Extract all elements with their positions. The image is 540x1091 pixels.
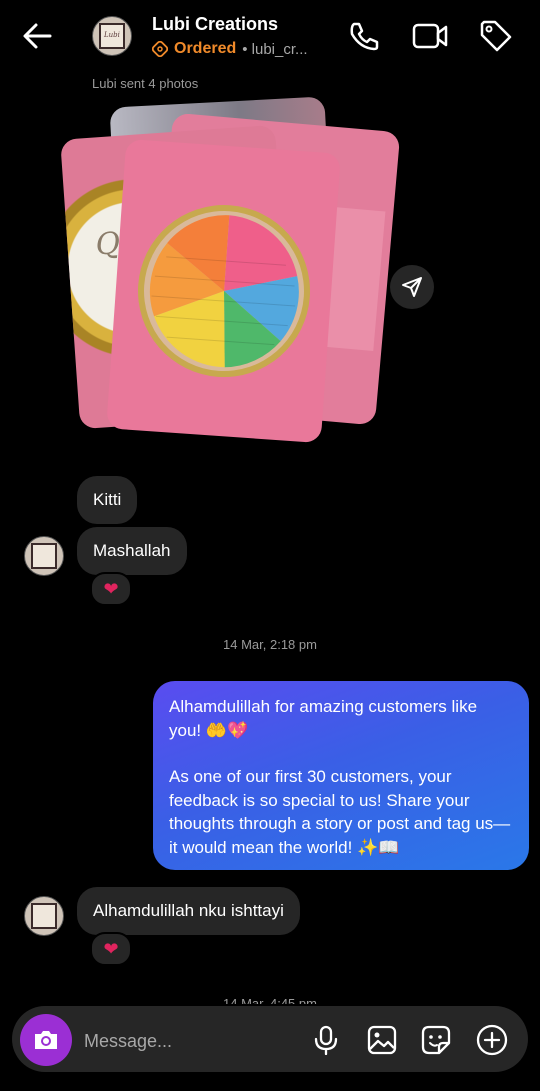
sticker-icon xyxy=(421,1025,451,1055)
sticker-button[interactable] xyxy=(416,1020,456,1060)
message-bubble-incoming[interactable]: Alhamdulillah nku ishttayi xyxy=(77,887,300,935)
image-icon xyxy=(367,1025,397,1055)
contact-username: • lubi_cr... xyxy=(242,40,308,58)
timestamp: 14 Mar, 2:18 pm xyxy=(223,637,317,652)
photos-sent-note: Lubi sent 4 photos xyxy=(92,76,199,91)
gallery-button[interactable] xyxy=(362,1020,402,1060)
rainbow-sticks-image xyxy=(137,205,310,378)
microphone-icon xyxy=(314,1025,338,1055)
heart-icon: ❤ xyxy=(103,578,119,599)
share-photos-button[interactable] xyxy=(390,265,434,309)
add-button[interactable] xyxy=(472,1020,512,1060)
contact-avatar[interactable]: Lubi xyxy=(92,16,132,56)
message-text: As one of our first 30 customers, your f… xyxy=(169,767,511,857)
plus-circle-icon xyxy=(476,1024,508,1056)
photo-stack[interactable]: Qu xyxy=(60,96,401,446)
heart-reaction[interactable]: ❤ xyxy=(90,572,132,606)
heart-icon: ❤ xyxy=(103,938,119,959)
timestamp: 14 Mar, 4:45 pm xyxy=(223,996,317,1004)
contact-subtitle[interactable]: Ordered • lubi_cr... xyxy=(152,40,308,58)
contact-avatar-small[interactable] xyxy=(24,896,64,936)
order-status: Ordered xyxy=(174,40,237,57)
message-bubble-incoming[interactable]: Kitti xyxy=(77,476,138,524)
message-bubble-incoming[interactable]: Mashallah xyxy=(77,527,187,575)
send-icon xyxy=(402,277,422,297)
contact-avatar-small[interactable] xyxy=(24,536,64,576)
message-text: Alhamdulillah for amazing customers like… xyxy=(169,697,478,740)
message-text: Alhamdulillah nku ishttayi xyxy=(93,901,284,920)
camera-icon xyxy=(35,1031,57,1049)
message-text: Mashallah xyxy=(93,541,171,560)
tag-icon[interactable] xyxy=(476,16,516,56)
message-bubble-outgoing[interactable]: Alhamdulillah for amazing customers like… xyxy=(153,681,529,870)
order-status-icon xyxy=(152,41,168,57)
message-text: Kitti xyxy=(93,490,122,509)
back-arrow-icon[interactable] xyxy=(18,16,58,56)
contact-name[interactable]: Lubi Creations xyxy=(152,14,278,35)
camera-button[interactable] xyxy=(20,1014,72,1066)
photo-card-1 xyxy=(106,138,341,444)
video-call-icon[interactable] xyxy=(410,16,450,56)
heart-reaction[interactable]: ❤ xyxy=(90,932,132,966)
microphone-button[interactable] xyxy=(306,1020,346,1060)
phone-icon[interactable] xyxy=(344,16,384,56)
message-input[interactable] xyxy=(82,1022,286,1060)
